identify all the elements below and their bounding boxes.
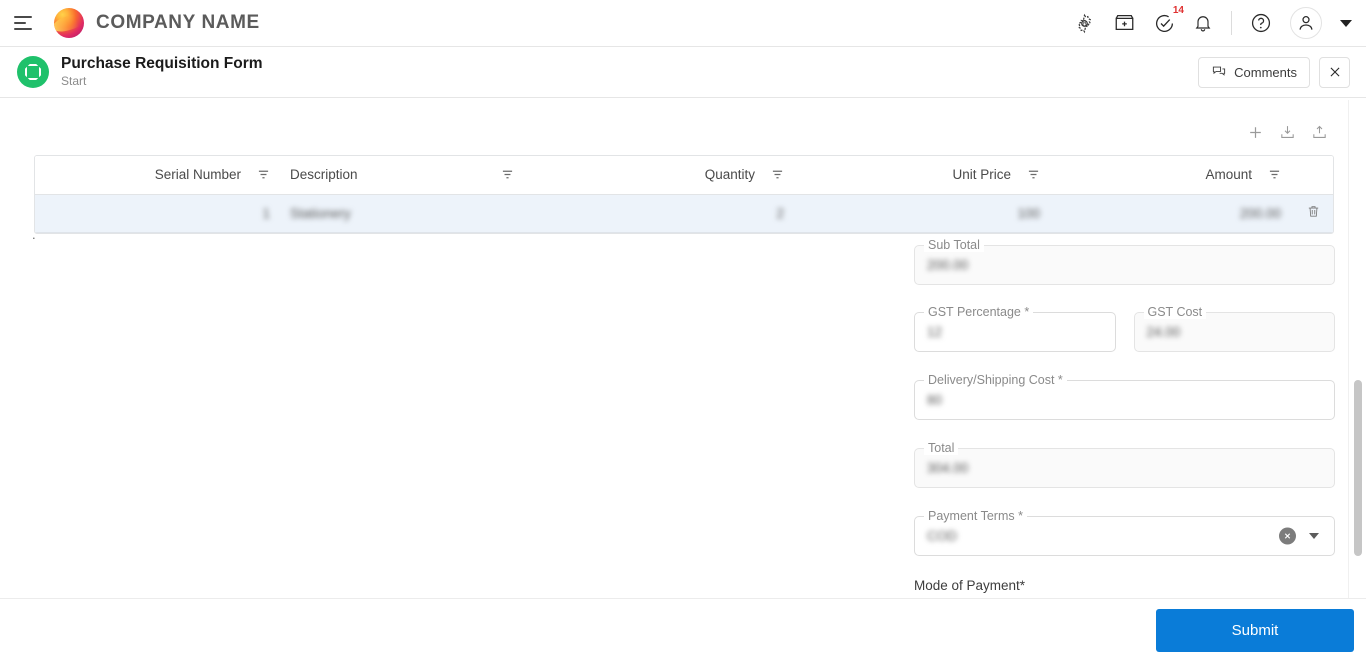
gst-row: GST Percentage * 12 GST Cost 24.00 [914, 305, 1335, 352]
cell-value: 200.00 [1239, 205, 1281, 221]
table-header-row: Serial Number Description Quantity Unit … [35, 156, 1333, 195]
filter-icon[interactable] [1027, 168, 1040, 181]
hamburger-menu-icon[interactable] [14, 14, 36, 32]
filter-icon[interactable] [501, 168, 514, 181]
column-label: Quantity [704, 167, 755, 183]
gst-percentage-value: 12 [927, 324, 943, 340]
workflow-stage-label: Start [61, 74, 87, 88]
store-add-icon[interactable] [1113, 12, 1136, 34]
form-footer: Submit [0, 598, 1366, 652]
column-header-serial-number[interactable]: Serial Number [35, 156, 280, 195]
appbar-divider [1231, 11, 1232, 35]
column-label: Serial Number [154, 167, 241, 183]
hamburger-line [14, 28, 32, 30]
page-title: Purchase Requisition Form [61, 55, 263, 73]
export-icon[interactable] [1311, 124, 1328, 141]
cell-value: 1 [262, 205, 270, 221]
form-header-titles: Purchase Requisition Form Start [61, 55, 263, 89]
clear-selection-icon[interactable] [1279, 527, 1296, 545]
gst-cost-value: 24.00 [1146, 324, 1181, 340]
form-content-area: . Serial Number Description Quantity Uni… [0, 98, 1366, 598]
comments-icon [1211, 63, 1227, 81]
mode-of-payment-label: Mode of Payment* [914, 578, 1026, 593]
gst-percentage-field[interactable]: GST Percentage * 12 [914, 305, 1116, 352]
comments-button[interactable]: Comments [1198, 56, 1310, 88]
gst-cost-label: GST Cost [1143, 305, 1207, 319]
company-logo-icon [54, 8, 84, 38]
payment-terms-value: COD [927, 528, 957, 544]
cell-quantity[interactable]: 2 [524, 194, 794, 233]
close-button[interactable] [1319, 56, 1350, 88]
hamburger-line [14, 22, 26, 24]
filter-icon[interactable] [1268, 168, 1281, 181]
cell-value: Stationery [290, 205, 351, 221]
form-header-bar: Purchase Requisition Form Start Comments [0, 47, 1366, 98]
grid-toolbar [1247, 124, 1328, 141]
delivery-cost-value: 80 [927, 392, 943, 408]
column-header-description[interactable]: Description [280, 156, 524, 195]
cell-description[interactable]: Stationery [280, 194, 524, 233]
payment-terms-select[interactable]: Payment Terms * COD [914, 509, 1335, 556]
form-header-actions: Comments [1198, 56, 1350, 88]
task-count-badge: 14 [1172, 4, 1184, 16]
cell-value: 100 [1017, 205, 1040, 221]
help-circle-icon[interactable] [1250, 12, 1272, 34]
user-menu-chevron-down-icon[interactable] [1340, 19, 1352, 27]
sub-total-value: 200.00 [927, 257, 969, 273]
line-items-table: Serial Number Description Quantity Unit … [34, 155, 1334, 234]
gst-percentage-label: GST Percentage * [924, 305, 1034, 319]
top-app-bar: COMPANY NAME 8 14 [0, 0, 1366, 47]
task-check-icon[interactable]: 14 [1154, 5, 1184, 34]
column-label: Description [290, 167, 358, 183]
add-row-icon[interactable] [1247, 124, 1264, 141]
submit-button[interactable]: Submit [1156, 609, 1354, 652]
cell-value: 2 [776, 205, 784, 221]
delivery-cost-field[interactable]: Delivery/Shipping Cost * 80 [914, 373, 1335, 420]
user-avatar-icon[interactable] [1290, 7, 1322, 39]
cell-unit-price[interactable]: 100 [794, 194, 1050, 233]
filter-icon[interactable] [771, 168, 784, 181]
total-label: Total [924, 441, 959, 455]
workflow-status-icon [17, 56, 49, 88]
notification-bell-icon[interactable] [1193, 13, 1213, 33]
brand-name: COMPANY NAME [96, 12, 260, 33]
delivery-cost-label: Delivery/Shipping Cost * [924, 373, 1067, 387]
totals-fields: Sub Total 200.00 GST Percentage * 12 GST… [914, 238, 1335, 593]
content-scrollbar-thumb[interactable] [1354, 380, 1362, 556]
delete-row-icon[interactable] [1306, 204, 1321, 219]
column-label: Amount [1205, 167, 1252, 183]
sub-total-label: Sub Total [924, 238, 984, 252]
column-label: Unit Price [952, 167, 1011, 183]
payment-terms-chevron-down-icon[interactable] [1309, 533, 1319, 539]
settings-gear-icon[interactable]: 8 [1074, 13, 1095, 34]
cell-serial-number[interactable]: 1 [35, 194, 280, 233]
import-icon[interactable] [1279, 124, 1296, 141]
total-field: Total 304.00 [914, 441, 1335, 488]
column-header-amount[interactable]: Amount [1050, 156, 1291, 195]
filter-icon[interactable] [257, 168, 270, 181]
sub-total-field: Sub Total 200.00 [914, 238, 1335, 285]
app-bar-actions: 8 14 [1074, 5, 1352, 39]
gst-cost-field: GST Cost 24.00 [1133, 305, 1335, 352]
total-value: 304.00 [927, 460, 969, 476]
comments-label: Comments [1234, 64, 1297, 80]
cell-amount[interactable]: 200.00 [1050, 194, 1291, 233]
payment-terms-label: Payment Terms * [924, 509, 1027, 523]
column-header-actions [1291, 156, 1333, 195]
cell-actions [1291, 194, 1333, 233]
column-header-unit-price[interactable]: Unit Price [794, 156, 1050, 195]
hamburger-line [14, 16, 32, 18]
table-row[interactable]: 1 Stationery 2 100 200.00 [35, 194, 1333, 233]
settings-count: 8 [1082, 18, 1087, 28]
column-header-quantity[interactable]: Quantity [524, 156, 794, 195]
